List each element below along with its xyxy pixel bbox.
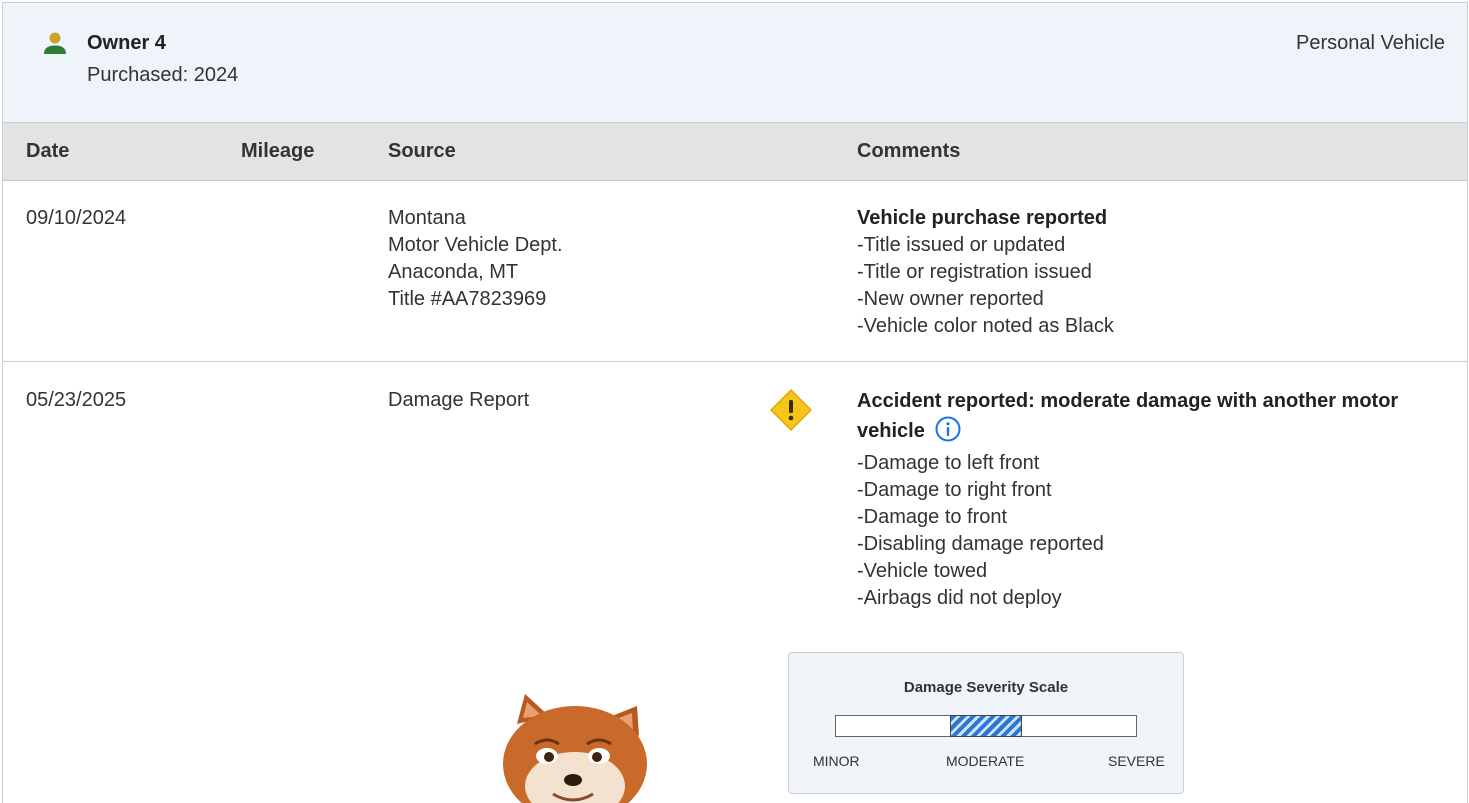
table-row: 09/10/2024 Montana Motor Vehicle Dept. A…	[3, 181, 1467, 362]
source-line: Motor Vehicle Dept.	[388, 234, 563, 256]
warning-icon	[770, 389, 812, 431]
severity-scale-title: Damage Severity Scale	[903, 679, 1069, 696]
severity-label-severe: SEVERE	[1108, 753, 1165, 769]
owner-title: Owner 4	[87, 32, 166, 54]
severity-level-fill	[950, 714, 1022, 737]
fox-mascot-image	[503, 694, 647, 803]
owner-header: Owner 4 Purchased: 2024 Personal Vehicle	[3, 3, 1467, 123]
record-date: 09/10/2024	[26, 207, 127, 229]
comment-item: Vehicle color noted as Black	[857, 313, 1114, 340]
owner-vehicle-type: Personal Vehicle	[1296, 32, 1445, 54]
comment-item: Title issued or updated	[857, 232, 1114, 259]
column-header-comments: Comments	[857, 140, 961, 162]
comments-title-line1: Accident reported: moderate damage with …	[857, 390, 1399, 412]
record-source: Damage Report	[388, 389, 530, 411]
severity-track	[835, 714, 1137, 737]
comment-item: Damage to left front	[857, 450, 1457, 477]
comment-item: Airbags did not deploy	[857, 585, 1457, 612]
comment-item: Vehicle towed	[857, 558, 1457, 585]
owner-purchased-year: Purchased: 2024	[87, 64, 239, 86]
ownership-history-panel: Owner 4 Purchased: 2024 Personal Vehicle…	[2, 2, 1468, 803]
source-line: Anaconda, MT	[388, 261, 519, 283]
column-header-mileage: Mileage	[241, 140, 315, 162]
comments-title: Vehicle purchase reported	[857, 207, 1108, 229]
comment-item: New owner reported	[857, 286, 1114, 313]
damage-severity-scale: Damage Severity Scale MINOR MODERATE SEV…	[788, 652, 1184, 794]
comment-item: Title or registration issued	[857, 259, 1114, 286]
severity-label-minor: MINOR	[813, 753, 860, 769]
record-comments: Accident reported: moderate damage with …	[857, 387, 1457, 612]
comment-item: Damage to front	[857, 504, 1457, 531]
record-date: 05/23/2025	[26, 389, 127, 411]
info-icon[interactable]	[935, 416, 961, 442]
person-icon	[44, 32, 66, 54]
record-source: Montana Motor Vehicle Dept. Anaconda, MT…	[388, 205, 563, 313]
severity-label-moderate: MODERATE	[946, 753, 1025, 769]
table-row: 05/23/2025 Damage Report Accident report…	[3, 362, 1467, 803]
column-header-source: Source	[388, 140, 456, 162]
source-line: Montana	[388, 207, 466, 229]
comments-title: Accident reported: moderate damage with …	[857, 387, 1457, 446]
comments-title-line2: vehicle	[857, 420, 925, 442]
record-comments: Vehicle purchase reported Title issued o…	[857, 205, 1114, 340]
column-header-date: Date	[26, 140, 70, 162]
comment-item: Damage to right front	[857, 477, 1457, 504]
source-line: Title #AA7823969	[388, 288, 547, 310]
comment-item: Disabling damage reported	[857, 531, 1457, 558]
table-header: Date Mileage Source Comments	[3, 123, 1467, 181]
